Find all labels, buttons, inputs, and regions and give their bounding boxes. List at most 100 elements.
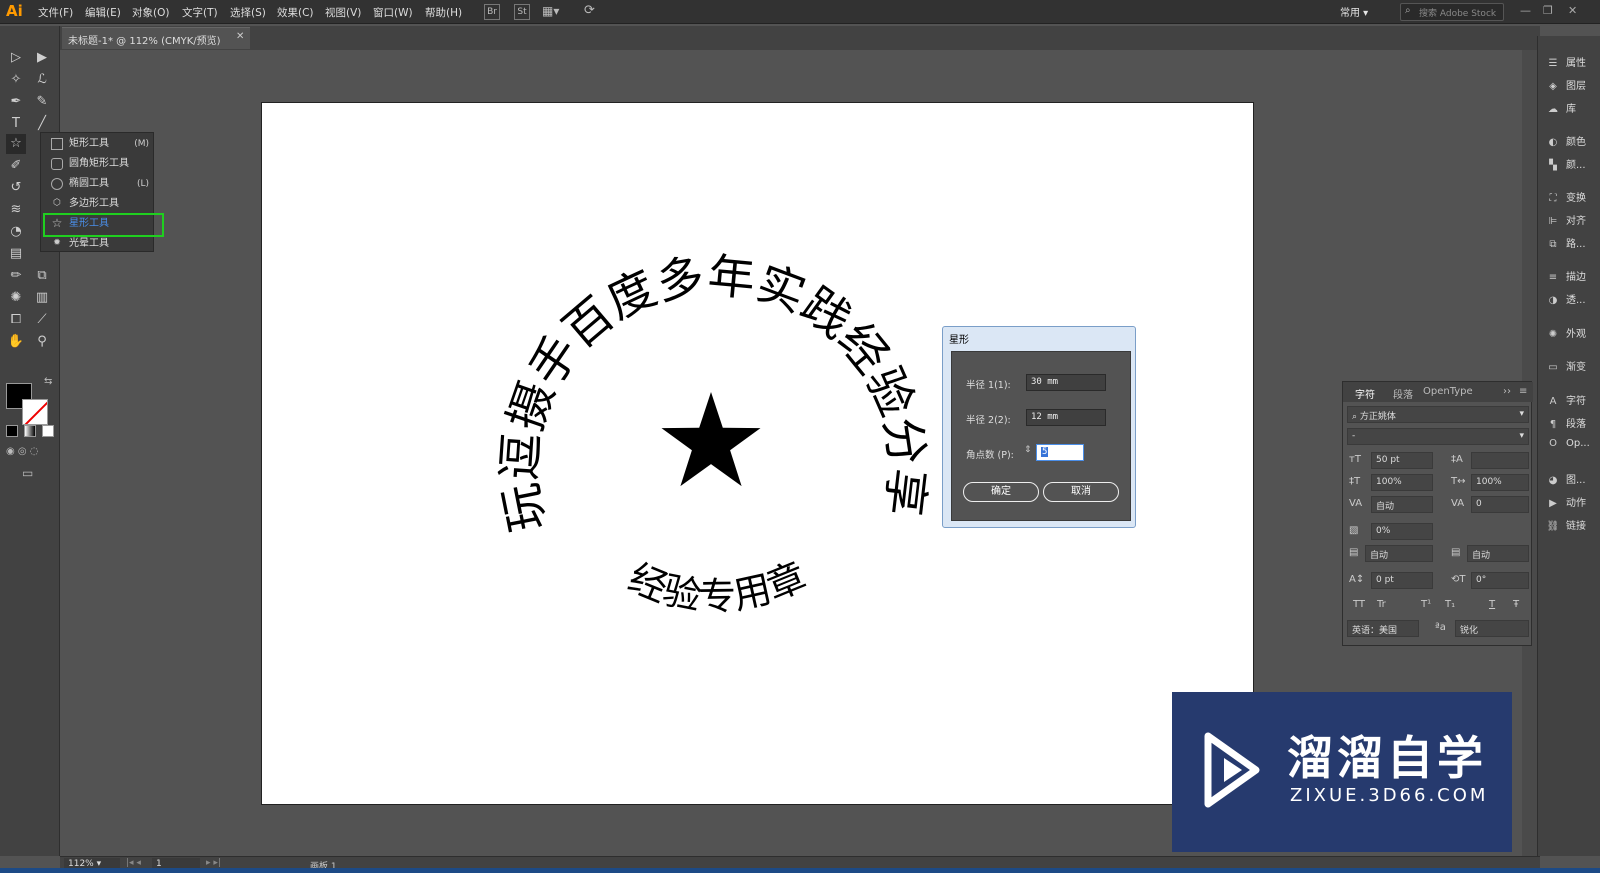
menu-view[interactable]: 视图(V) [325,5,361,20]
star-tool-icon[interactable]: ☆ [6,134,26,154]
underline-button[interactable]: T [1489,599,1495,610]
flyout-item-polygon[interactable]: ⬡ 多边形工具 [45,195,149,213]
flyout-item-rounded-rectangle[interactable]: 圆角矩形工具 [45,155,149,173]
cancel-button[interactable]: 取消 [1043,482,1119,502]
menu-edit[interactable]: 编辑(E) [85,5,121,20]
dock-item-gradient[interactable]: ▭ 渐变 [1546,358,1586,373]
radius2-input[interactable]: 12 mm [1026,409,1106,426]
workspace-switcher[interactable]: 常用 ▾ [1340,4,1368,19]
slice-tool-icon[interactable]: ⟋ [32,310,52,330]
tab-paragraph[interactable]: 段落 [1393,386,1413,401]
direct-selection-tool-icon[interactable]: ▶ [32,48,52,68]
font-size-field[interactable]: 50 pt [1371,452,1433,469]
vertical-scale-field[interactable]: 100% [1371,474,1433,491]
panel-expand-icon[interactable]: ›› [1503,386,1511,397]
superscript-button[interactable]: T¹ [1421,599,1431,610]
all-caps-button[interactable]: TT [1353,599,1365,610]
font-family-select[interactable]: ⌕ 方正姚体 ▾ [1347,406,1529,423]
stock-search-input[interactable]: ⌕ 搜索 Adobe Stock [1400,3,1504,21]
pen-tool-icon[interactable]: ✒ [6,92,26,112]
kerning-field[interactable]: 自动 [1371,496,1433,513]
stroke-color-swatch[interactable] [22,399,48,425]
dock-item-transform[interactable]: ⛶ 变换 [1546,189,1587,204]
dock-item-appearance[interactable]: ✺ 外观 [1546,325,1586,340]
tracking-field[interactable]: 0 [1471,496,1529,513]
dock-item-opentype[interactable]: O Op... [1546,438,1590,449]
minimize-icon[interactable]: — [1520,4,1531,17]
anti-aliasing-select[interactable]: 锐化 [1455,620,1529,637]
none-mode-icon[interactable] [42,425,54,437]
type-tool-icon[interactable]: T [6,114,26,134]
dock-item-transparency[interactable]: ◑ 透... [1546,291,1586,306]
menu-file[interactable]: 文件(F) [38,5,73,20]
menu-type[interactable]: 文字(T) [182,5,218,20]
shape-builder-tool-icon[interactable]: ◔ [6,222,26,242]
menu-window[interactable]: 窗口(W) [373,5,413,20]
rotate-tool-icon[interactable]: ↺ [6,178,26,198]
close-icon[interactable]: ✕ [1568,4,1577,17]
color-mode-icon[interactable] [6,425,18,437]
panel-menu-icon[interactable]: ≡ [1519,386,1527,397]
column-graph-tool-icon[interactable]: ▥ [32,288,52,308]
menu-effect[interactable]: 效果(C) [277,5,314,20]
tab-character[interactable]: 字符 [1355,386,1375,401]
points-stepper-icon[interactable]: ⇕ [1024,445,1032,455]
menu-object[interactable]: 对象(O) [132,5,169,20]
aki-left-select[interactable]: 自动 [1365,545,1433,562]
symbol-sprayer-tool-icon[interactable]: ✺ [6,288,26,308]
menu-help[interactable]: 帮助(H) [425,5,462,20]
drawing-modes-icon[interactable]: ◉ ◎ ◌ [6,446,39,457]
flyout-item-rectangle[interactable]: 矩形工具 (M) [45,135,149,153]
zoom-tool-icon[interactable]: ⚲ [32,332,52,352]
dock-item-properties[interactable]: ☰ 属性 [1546,54,1586,69]
gpu-performance-icon[interactable]: ⟳ [584,3,595,18]
aki-right-select[interactable]: 自动 [1467,545,1529,562]
magic-wand-tool-icon[interactable]: ✧ [6,70,26,90]
leading-field[interactable] [1471,452,1529,469]
stock-icon[interactable]: St [514,4,530,20]
horizontal-scale-field[interactable]: 100% [1471,474,1529,491]
small-caps-button[interactable]: Tr [1377,599,1386,610]
tsume-field[interactable]: 0% [1371,523,1433,540]
selection-tool-icon[interactable]: ▷ [6,48,26,68]
dock-item-links[interactable]: ⛓ 链接 [1546,517,1586,532]
points-input[interactable]: 5 [1036,444,1084,461]
flyout-item-ellipse[interactable]: 椭圆工具 (L) [45,175,149,193]
line-tool-icon[interactable]: ╱ [32,114,52,134]
baseline-shift-field[interactable]: 0 pt [1371,572,1433,589]
document-tab[interactable]: 未标题-1* @ 112% (CMYK/预览) [62,27,250,49]
swap-colors-icon[interactable]: ⇆ [44,376,52,387]
arrange-documents-icon[interactable]: ▦▾ [542,4,559,18]
screen-mode-icon[interactable]: ▭ [22,466,33,480]
tab-opentype[interactable]: OpenType [1423,386,1473,397]
dock-item-layers[interactable]: ◈ 图层 [1546,77,1586,92]
dock-item-libraries[interactable]: ☁ 库 [1546,100,1576,115]
dock-item-swatches[interactable]: ▚ 颜... [1546,156,1585,171]
curvature-tool-icon[interactable]: ✎ [32,92,52,112]
dock-item-pathfinder[interactable]: ⧉ 路... [1546,235,1585,250]
restore-icon[interactable]: ❐ [1543,4,1553,17]
tab-close-icon[interactable]: ✕ [236,31,244,42]
paintbrush-tool-icon[interactable]: ✐ [6,156,26,176]
dock-item-graphic-styles[interactable]: ◕ 图... [1546,471,1586,486]
strikethrough-button[interactable]: Ŧ [1513,599,1519,610]
dock-item-align[interactable]: ⊫ 对齐 [1546,212,1586,227]
flyout-item-flare[interactable]: ✹ 光晕工具 [45,235,149,253]
radius1-input[interactable]: 30 mm [1026,374,1106,391]
bridge-icon[interactable]: Br [484,4,500,20]
dock-item-stroke[interactable]: ≡ 描边 [1546,268,1586,283]
eyedropper-tool-icon[interactable]: ✏ [6,266,26,286]
dock-item-character[interactable]: A 字符 [1546,392,1586,407]
menu-select[interactable]: 选择(S) [230,5,266,20]
perspective-grid-tool-icon[interactable]: ▤ [6,244,26,264]
warp-tool-icon[interactable]: ≋ [6,200,26,220]
seal-star-shape[interactable] [661,392,761,487]
lasso-tool-icon[interactable]: ℒ [32,70,52,90]
hand-tool-icon[interactable]: ✋ [6,332,26,352]
blend-tool-icon[interactable]: ⧉ [32,266,52,286]
ok-button[interactable]: 确定 [963,482,1039,502]
subscript-button[interactable]: T₁ [1445,599,1455,610]
gradient-mode-icon[interactable] [24,425,36,437]
artboard-nav-next-icon[interactable]: ▸ ▸| [206,858,221,868]
dock-item-color[interactable]: ◐ 颜色 [1546,133,1586,148]
